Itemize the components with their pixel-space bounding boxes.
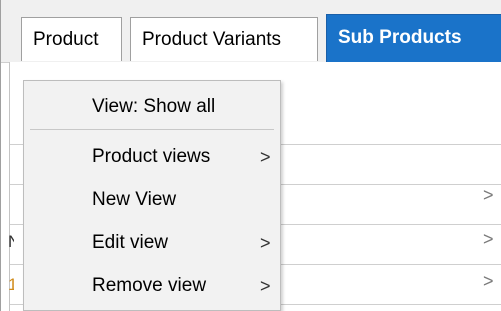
menu-item-new-view[interactable]: New View <box>24 180 280 220</box>
tab-product[interactable]: Product <box>21 17 122 61</box>
submenu-chevron-icon: > <box>260 233 271 253</box>
submenu-chevron-icon: > <box>260 276 271 296</box>
menu-item-edit-view[interactable]: Edit view > <box>24 223 280 263</box>
menu-item-product-views[interactable]: Product views > <box>24 137 280 177</box>
tab-sub-products[interactable]: Sub Products <box>326 14 501 62</box>
menu-item-label: Edit view <box>92 232 169 253</box>
menu-separator <box>30 129 274 130</box>
row-expand-chevron-icon[interactable]: > <box>483 230 494 248</box>
menu-item-label: View: Show all <box>92 96 216 117</box>
submenu-chevron-icon: > <box>260 147 271 167</box>
view-context-menu: View: Show all Product views > New View … <box>23 80 281 311</box>
product-editor-window: Product Product Variants Sub Products > … <box>0 0 501 311</box>
menu-item-view-show-all[interactable]: View: Show all <box>24 87 280 127</box>
menu-item-label: New View <box>92 189 177 210</box>
tab-strip: Product Product Variants Sub Products <box>1 0 501 63</box>
menu-item-label: Remove view <box>92 275 207 296</box>
menu-item-remove-view[interactable]: Remove view > <box>24 266 280 306</box>
row-expand-chevron-icon[interactable]: > <box>483 272 494 290</box>
tab-product-variants[interactable]: Product Variants <box>130 17 318 61</box>
menu-item-label: Product views <box>92 146 211 167</box>
row-expand-chevron-icon[interactable]: > <box>483 186 494 204</box>
grid-cell-text-fragment: N <box>8 232 14 252</box>
grid-cell-text-fragment: 1 <box>8 275 14 294</box>
